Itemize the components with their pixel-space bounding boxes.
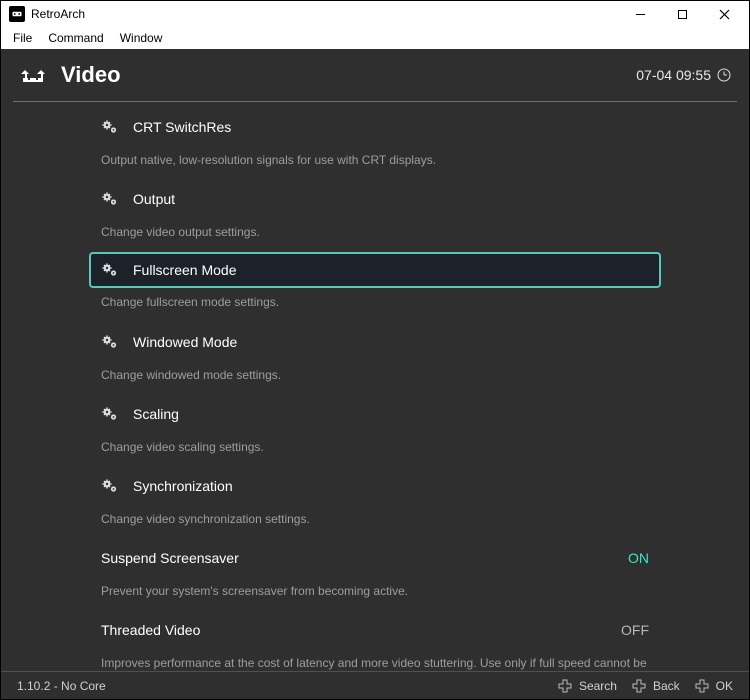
setting-value: ON — [628, 550, 649, 566]
setting-description: Change video synchronization settings. — [89, 505, 661, 539]
setting-sync: Synchronization Change video synchronizat… — [89, 467, 661, 539]
dpad-icon — [694, 678, 710, 694]
setting-row-screensaver[interactable]: Suspend ScreensaverON — [89, 539, 661, 577]
gears-icon — [101, 405, 119, 423]
menu-file[interactable]: File — [5, 29, 40, 47]
dpad-icon — [631, 678, 647, 694]
hint-back: Back — [631, 678, 680, 694]
setting-row-fullscreen[interactable]: Fullscreen Mode — [89, 252, 661, 288]
setting-description: Change video scaling settings. — [89, 433, 661, 467]
setting-windowed: Windowed Mode Change windowed mode settin… — [89, 323, 661, 395]
menu-window[interactable]: Window — [112, 29, 171, 47]
app-icon — [9, 6, 25, 22]
hint-ok-label: OK — [716, 679, 733, 693]
setting-label: CRT SwitchRes — [133, 119, 649, 135]
setting-row-output[interactable]: Output — [89, 180, 661, 218]
setting-label: Windowed Mode — [133, 334, 649, 350]
close-button[interactable] — [703, 3, 745, 25]
hint-ok: OK — [694, 678, 733, 694]
menubar: File Command Window — [1, 27, 749, 49]
version-text: 1.10.2 - No Core — [17, 679, 557, 693]
clock: 07-04 09:55 — [636, 67, 731, 83]
gears-icon — [101, 333, 119, 351]
page-header: Video 07-04 09:55 — [1, 49, 749, 101]
setting-description: Prevent your system's screensaver from b… — [89, 577, 661, 611]
setting-row-crt[interactable]: CRT SwitchRes — [89, 108, 661, 146]
setting-row-sync[interactable]: Synchronization — [89, 467, 661, 505]
menu-command[interactable]: Command — [40, 29, 111, 47]
setting-screensaver: Suspend ScreensaverONPrevent your system… — [89, 539, 661, 611]
window-title: RetroArch — [31, 7, 619, 21]
gears-icon — [101, 261, 119, 279]
setting-description: Change windowed mode settings. — [89, 361, 661, 395]
minimize-button[interactable] — [619, 3, 661, 25]
maximize-button[interactable] — [661, 3, 703, 25]
gears-icon — [101, 190, 119, 208]
dpad-icon — [557, 678, 573, 694]
setting-description: Change video output settings. — [89, 218, 661, 252]
status-bar: 1.10.2 - No Core Search Back OK — [1, 671, 749, 699]
clock-text: 07-04 09:55 — [636, 67, 711, 83]
setting-value: OFF — [621, 622, 649, 638]
setting-output: Output Change video output settings. — [89, 180, 661, 252]
setting-row-windowed[interactable]: Windowed Mode — [89, 323, 661, 361]
setting-row-scaling[interactable]: Scaling — [89, 395, 661, 433]
setting-description: Improves performance at the cost of late… — [89, 649, 661, 671]
setting-scaling: Scaling Change video scaling settings. — [89, 395, 661, 467]
setting-description: Output native, low-resolution signals fo… — [89, 146, 661, 180]
setting-label: Output — [133, 191, 649, 207]
setting-label: Suspend Screensaver — [101, 550, 628, 566]
setting-row-threaded[interactable]: Threaded VideoOFF — [89, 611, 661, 649]
hint-search-label: Search — [579, 679, 617, 693]
hint-search: Search — [557, 678, 617, 694]
setting-fullscreen: Fullscreen Mode Change fullscreen mode se… — [89, 252, 661, 322]
gears-icon — [101, 118, 119, 136]
setting-threaded: Threaded VideoOFFImproves performance at… — [89, 611, 661, 671]
app-content: Video 07-04 09:55 CRT SwitchRes Output na… — [1, 49, 749, 699]
titlebar: RetroArch — [1, 1, 749, 27]
setting-description: Change fullscreen mode settings. — [89, 288, 661, 322]
page-title: Video — [61, 62, 636, 88]
setting-label: Fullscreen Mode — [133, 262, 649, 278]
retroarch-logo-icon — [19, 66, 47, 86]
hint-back-label: Back — [653, 679, 680, 693]
setting-label: Synchronization — [133, 478, 649, 494]
gears-icon — [101, 477, 119, 495]
setting-label: Threaded Video — [101, 622, 621, 638]
settings-list[interactable]: CRT SwitchRes Output native, low-resoluti… — [1, 102, 749, 671]
setting-crt: CRT SwitchRes Output native, low-resoluti… — [89, 108, 661, 180]
clock-icon — [717, 68, 731, 82]
setting-label: Scaling — [133, 406, 649, 422]
